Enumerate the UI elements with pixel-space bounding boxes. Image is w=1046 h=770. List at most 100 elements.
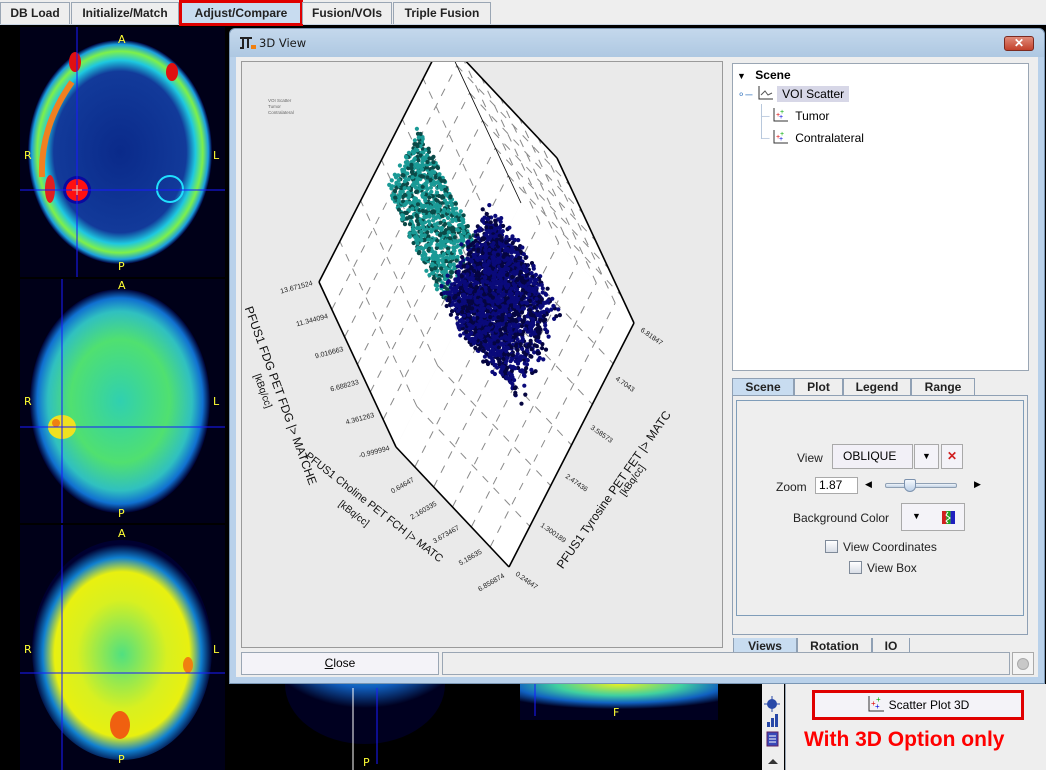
tab-triple-fusion[interactable]: Triple Fusion [393,2,491,24]
scatter-point [446,279,451,284]
scatter-point [509,254,514,259]
scatter-point [471,247,476,252]
scatter-point [536,358,541,363]
zoom-slider[interactable] [885,479,957,492]
scatter-point [500,298,505,303]
scatter-point [415,241,420,246]
scatter-point [512,285,517,290]
tree-handle-icon[interactable]: ⚬─ [737,90,752,101]
tree-node-contralateral[interactable]: ─ + + + Contralateral [761,130,864,145]
histogram-icon[interactable] [767,714,778,727]
tree-node-scene[interactable]: ▼ Scene [737,68,791,82]
scatter-point [488,339,493,344]
monitor-export-icon[interactable] [766,731,779,747]
tab-scene[interactable]: Scene [732,378,794,396]
scatter-point [526,281,531,286]
zoom-increase-icon[interactable]: ▶ [974,479,981,490]
scatter-point [481,348,486,353]
zoom-slider-thumb[interactable] [904,479,916,492]
crosshair-icon[interactable] [764,696,780,712]
scatter-point [511,270,516,275]
scatter-point [410,206,415,211]
scatter-point [429,209,435,215]
tab-legend[interactable]: Legend [843,378,911,396]
scatter-point [544,292,549,297]
tree-node-voi-scatter[interactable]: ⚬─ VOI Scatter [737,86,850,102]
scatter-point [493,353,498,358]
scatter-point [445,215,451,220]
tab-fusion-vois[interactable]: Fusion/VOIs [302,2,392,24]
scatter-point [514,292,519,297]
scatter-point [518,269,523,274]
scatter-point [523,392,528,397]
tab-range[interactable]: Range [911,378,975,396]
scatter-point [402,179,407,184]
collapse-up-icon[interactable] [768,759,778,764]
scatter-point [493,268,499,273]
scatter-point [491,254,496,259]
scatter-plot-3d-button[interactable]: + + + Scatter Plot 3D [812,690,1024,720]
scatter-point [483,339,488,344]
window-close-button[interactable]: ✕ [1004,36,1034,51]
scatter-point [535,322,540,327]
scatter-point [431,200,436,205]
view-box-checkbox[interactable] [849,561,862,574]
view-dropdown-button[interactable]: ▼ [914,444,939,469]
scatter-point [492,234,497,239]
window-titlebar[interactable]: 3D View ✕ [230,29,1044,57]
pet-slice-tyrosine[interactable]: A P R L [20,279,225,523]
tree-node-tumor[interactable]: ─ + + + Tumor [761,108,829,123]
scatter-point [452,235,457,240]
scatter-point [466,312,471,317]
pet-slice-fdg[interactable]: A P R L [20,27,225,277]
zoom-decrease-icon[interactable]: ◀ [865,479,872,490]
scatter-point [528,312,533,317]
scatter-point [396,198,401,203]
view-reset-button[interactable]: ✕ [941,444,963,469]
expand-arrow-icon[interactable]: ▼ [737,71,746,81]
scatter-point [439,245,444,250]
close-button[interactable]: Close [241,652,439,675]
zoom-input[interactable]: 1.87 [815,477,858,494]
tab-adjust-compare[interactable]: Adjust/Compare [179,0,303,26]
tab-plot[interactable]: Plot [794,378,843,396]
scatter-3d-plot[interactable]: VOI Scatter Tumor Contralateral -0.999994 4… [241,61,723,648]
view-coordinates-checkbox[interactable] [825,540,838,553]
tab-db-load[interactable]: DB Load [0,2,70,24]
scatter-point [401,173,406,178]
x-tick-label: 2.160335 [409,501,438,522]
orient-anterior: A [118,279,126,292]
delete-x-icon: ✕ [946,449,958,463]
scatter-point [416,169,421,174]
scatter-point [543,347,549,352]
scatter-point [543,323,548,328]
scatter-point [520,306,526,311]
scatter-point [467,322,472,327]
scatter-point [545,329,550,334]
orient-right: R [24,149,32,162]
views-panel: View OBLIQUE ▼ ✕ Zoom 1.87 ◀ ▶ Backgroun… [736,400,1024,616]
scatter-point [511,281,516,286]
scatter-point [476,235,481,241]
scatter-point [491,281,496,286]
tab-initialize-match[interactable]: Initialize/Match [71,2,179,24]
scatter-point [462,279,467,284]
scatter-point [483,242,488,247]
scatter-point [505,272,510,277]
scatter-point [406,177,411,182]
scatter-point [404,155,409,160]
svg-text:+: + [875,702,880,711]
scatter-point [397,182,402,187]
scatter-point [519,401,524,406]
pet-slice-choline[interactable]: A P R L [20,525,225,770]
view-select[interactable]: OBLIQUE [832,444,913,469]
scatter-point [507,225,512,230]
scatter-point [525,357,530,363]
scatter-point [448,285,454,290]
scatter-point [528,338,533,343]
background-color-button[interactable]: ▼ [901,503,965,531]
scatter-point [510,375,515,380]
scatter-point [459,234,464,239]
orient-posterior: P [363,756,370,769]
scatter-point [465,224,470,229]
